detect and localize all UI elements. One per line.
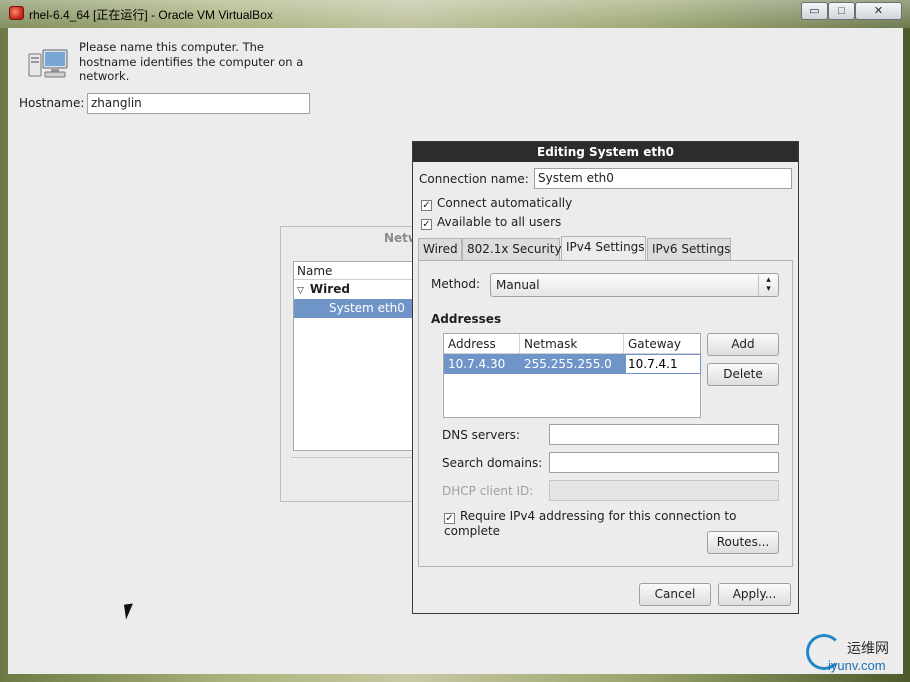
checkmark-icon: ✓ bbox=[421, 200, 432, 211]
mouse-cursor-icon bbox=[123, 603, 135, 620]
search-domains-label: Search domains: bbox=[442, 456, 543, 470]
netmask-cell[interactable]: 255.255.255.0 bbox=[520, 354, 616, 374]
table-header: Address Netmask Gateway bbox=[444, 334, 700, 354]
available-to-all-users-checkbox[interactable]: ✓ Available to all users bbox=[421, 215, 561, 230]
checkmark-icon: ✓ bbox=[421, 219, 432, 230]
column-header-netmask[interactable]: Netmask bbox=[520, 334, 624, 354]
dhcp-client-id-label: DHCP client ID: bbox=[442, 484, 534, 498]
dns-servers-label: DNS servers: bbox=[442, 428, 520, 442]
network-connections-dialog: Netw Name ▽ Wired System eth0 bbox=[280, 226, 421, 502]
add-address-button[interactable]: Add bbox=[707, 333, 779, 356]
minimize-button[interactable]: ▭ bbox=[801, 2, 828, 20]
delete-address-button[interactable]: Delete bbox=[707, 363, 779, 386]
divider bbox=[291, 457, 421, 458]
tab-ipv4-settings[interactable]: IPv4 Settings bbox=[561, 236, 646, 261]
method-label: Method: bbox=[431, 277, 481, 291]
checkbox-label: Available to all users bbox=[437, 215, 562, 229]
expander-icon[interactable]: ▽ bbox=[297, 286, 304, 296]
editing-connection-dialog: Editing System eth0 Connection name: Sys… bbox=[412, 141, 799, 614]
site-watermark: 运维网 iyunv.com bbox=[806, 634, 906, 676]
group-label: Wired bbox=[309, 282, 350, 296]
addresses-table[interactable]: Address Netmask Gateway 10.7.4.30 255.25… bbox=[443, 333, 701, 418]
window-title: rhel-6.4_64 [正在运行] - Oracle VM VirtualBo… bbox=[29, 8, 273, 22]
checkbox-label: Require IPv4 addressing for this connect… bbox=[444, 509, 737, 538]
addresses-heading: Addresses bbox=[431, 312, 502, 326]
dns-servers-input[interactable] bbox=[549, 424, 779, 445]
tab-ipv6-settings[interactable]: IPv6 Settings bbox=[647, 238, 731, 260]
watermark-cn: 运维网 bbox=[847, 641, 889, 657]
checkmark-icon: ✓ bbox=[444, 513, 455, 524]
virtualbox-app-icon bbox=[9, 6, 24, 20]
connect-automatically-checkbox[interactable]: ✓ Connect automatically bbox=[421, 196, 572, 211]
window-titlebar[interactable]: rhel-6.4_64 [正在运行] - Oracle VM VirtualBo… bbox=[0, 0, 910, 28]
maximize-button[interactable]: □ bbox=[828, 2, 855, 20]
address-cell[interactable]: 10.7.4.30 bbox=[444, 354, 509, 374]
hostname-input[interactable]: zhanglin bbox=[87, 93, 310, 114]
tab-wired[interactable]: Wired bbox=[418, 238, 462, 260]
combo-updown-icon: ▴ ▾ bbox=[758, 274, 778, 296]
dialog-title[interactable]: Editing System eth0 bbox=[413, 142, 798, 162]
method-select[interactable]: Manual ▴ ▾ bbox=[490, 273, 779, 297]
table-row[interactable]: 10.7.4.30 255.255.255.0 10.7.4.1 bbox=[444, 354, 701, 374]
tab-8021x-security[interactable]: 802.1x Security bbox=[462, 238, 562, 260]
hostname-description: Please name this computer. The hostname … bbox=[79, 40, 304, 83]
watermark-en: iyunv.com bbox=[828, 658, 886, 673]
search-domains-input[interactable] bbox=[549, 452, 779, 473]
apply-button[interactable]: Apply... bbox=[718, 583, 791, 606]
connection-group-wired[interactable]: ▽ Wired bbox=[294, 280, 421, 299]
connection-row-system-eth0[interactable]: System eth0 bbox=[294, 299, 421, 318]
network-computers-icon bbox=[28, 49, 68, 78]
column-header-gateway[interactable]: Gateway bbox=[624, 334, 701, 354]
vm-screen[interactable]: Please name this computer. The hostname … bbox=[8, 28, 903, 674]
connections-list[interactable]: Name ▽ Wired System eth0 bbox=[293, 261, 421, 451]
cancel-button[interactable]: Cancel bbox=[639, 583, 711, 606]
column-header-address[interactable]: Address bbox=[444, 334, 520, 354]
gateway-cell-editor[interactable]: 10.7.4.1 bbox=[625, 354, 701, 374]
close-button[interactable]: ✕ bbox=[855, 2, 902, 20]
dhcp-client-id-input bbox=[549, 480, 779, 501]
connection-name-label: Connection name: bbox=[419, 172, 529, 186]
ipv4-settings-panel: Method: Manual ▴ ▾ Addresses Address Netm… bbox=[418, 260, 793, 567]
checkbox-label: Connect automatically bbox=[437, 196, 573, 210]
connection-name-input[interactable]: System eth0 bbox=[534, 168, 792, 189]
method-value: Manual bbox=[496, 278, 540, 292]
routes-button[interactable]: Routes... bbox=[707, 531, 779, 554]
hostname-label: Hostname: bbox=[19, 96, 85, 110]
column-header-name[interactable]: Name bbox=[294, 262, 421, 280]
